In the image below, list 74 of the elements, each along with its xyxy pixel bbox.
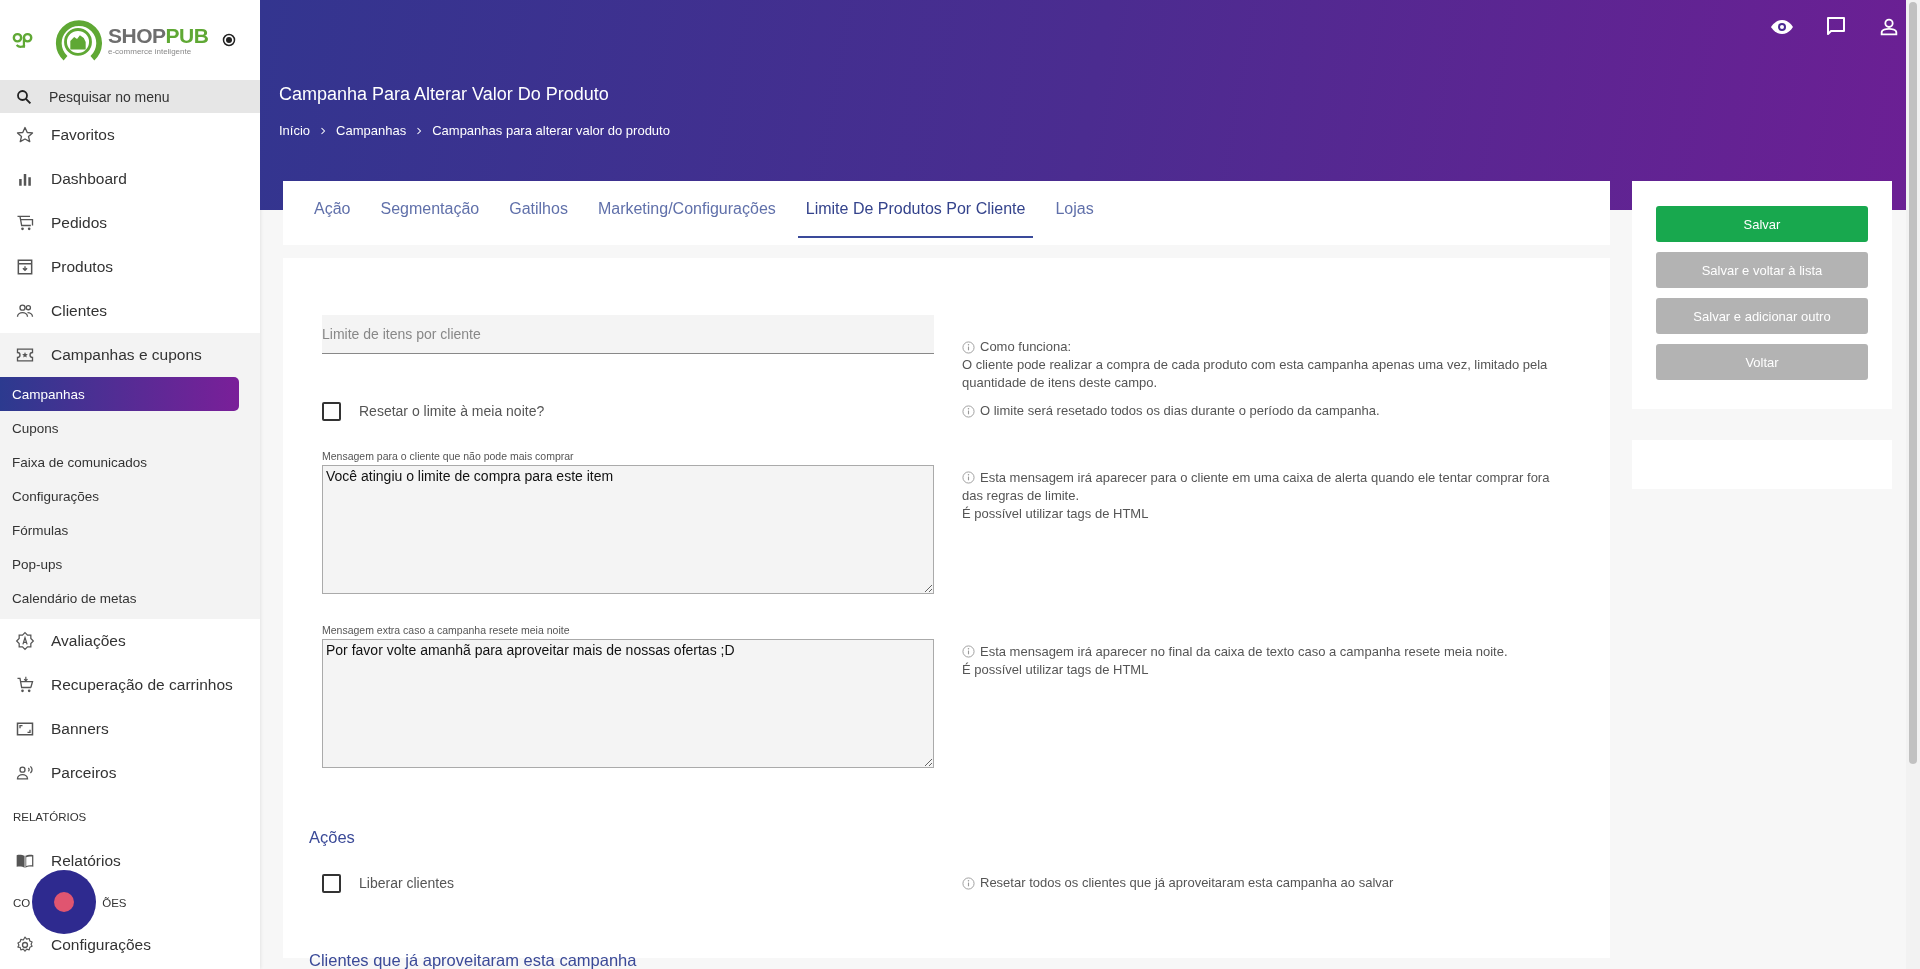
section-heading: Clientes que já aproveitaram esta campanha [309,951,638,969]
checkbox[interactable] [322,401,341,421]
section-heading: RELATÓRIOS [12,810,88,825]
section-heading: Ações [309,828,356,847]
sidebar-item[interactable]: Banners [0,707,260,751]
hint-text: É possível utilizar tags de HTML [962,505,1150,523]
brand-tagline: e-commerce inteligente [108,46,193,56]
sidebar-subitem[interactable]: Pop-ups [0,547,239,581]
sidebar-item[interactable]: Pedidos [0,201,260,245]
hint-text: Esta mensagem irá aparecer no final da caixa de texto caso a campanha resete meia noite. [962,643,1572,661]
hint-text: O limite será resetado todos os dias durante o período da campanha. [980,402,1380,420]
limit-input-field[interactable]: Limite de itens por cliente [322,315,934,354]
breadcrumb-link[interactable]: Campanhas [336,123,407,138]
sidebar-subitem[interactable]: Configurações [0,479,239,513]
chevron-icon [416,126,423,135]
hint-text: Esta mensagem irá aparecer para o cliente em uma caixa de alerta quando ele tentar comprar fora das regras de limite. [962,469,1551,505]
hint-text: É possível utilizar tags de HTML [962,661,1150,679]
sidebar-item[interactable]: Dashboard [0,157,260,201]
cart-icon [15,213,35,233]
page-title: Campanha Para Alterar Valor Do Produto [279,83,609,105]
image-frame-icon [15,719,35,739]
hint-text: O cliente pode realizar a compra de cada produto com esta campanha apenas uma vez, limitado pela quantidade de itens deste campo. [962,356,1549,392]
sidebar-item[interactable]: Campanhas e cupons [0,333,260,377]
cart-icon [15,675,35,695]
info-icon [962,645,975,658]
message-textarea[interactable]: Você atingiu o limite de compra para este item [322,465,934,594]
tab[interactable]: Ação [306,181,359,238]
brand-name: SHOPPUB [108,24,209,47]
section-heading-fragment: CO [13,897,31,909]
badge-icon [15,631,35,651]
sidebar-subitem[interactable]: Campanhas [0,377,239,411]
sidebar-item[interactable]: Favoritos [0,113,260,157]
field-label: Mensagem extra caso a campanha resete meia noite [322,624,571,636]
hint-text: Resetar todos os clientes que já aproveitaram esta campanha ao salvar [980,874,1394,892]
logo-mark-icon [12,30,34,50]
section-heading-fragment: ÕES [102,897,127,909]
sidebar-subitem[interactable]: Fórmulas [0,513,239,547]
star-icon [15,125,35,145]
info-icon [962,404,975,418]
tab[interactable]: Gatilhos [501,181,576,238]
menu-search-input-field[interactable]: Pesquisar no menu [47,87,231,106]
info-icon [962,340,975,354]
field-label: Mensagem para o cliente que não pode mais comprar [322,450,575,462]
sidebar-subitem[interactable]: Faixa de comunicados [0,445,239,479]
search-icon [15,87,33,106]
message-textarea[interactable]: Por favor volte amanhã para aproveitar mais de nossas ofertas ;D [322,639,934,768]
checkbox-label: Liberar clientes [359,875,454,891]
scrollbar-thumb[interactable] [1909,2,1917,764]
breadcrumb-link[interactable]: Início [279,123,311,138]
breadcrumb-link[interactable]: Campanhas para alterar valor do produto [432,123,670,138]
tab[interactable]: Lojas [1047,181,1102,238]
settings-icon [15,935,35,955]
tab[interactable]: Limite De Produtos Por Cliente [797,181,1034,238]
sidebar-subitem[interactable]: Cupons [0,411,239,445]
menu-search-field[interactable]: Pesquisar no menu [0,80,260,113]
checkbox[interactable] [322,873,341,893]
hint-text: Como funciona: [980,338,1072,356]
sidebar-item[interactable]: Clientes [0,289,260,333]
checkbox-label: Resetar o limite à meia noite? [359,403,545,419]
chevron-icon [320,126,327,135]
box-icon [15,257,35,277]
sidebar-item[interactable]: Avaliações [0,619,260,663]
sidebar-item[interactable]: Parceiros [0,751,260,795]
info-icon [962,876,975,890]
sidebar-item[interactable]: Configurações [0,923,260,967]
user-icon[interactable] [1878,16,1900,38]
radio-toggle-icon[interactable] [222,33,236,47]
sidebar-item[interactable]: Recuperação de carrinhos [0,663,260,707]
sidebar-item[interactable]: Produtos [0,245,260,289]
tab[interactable]: Segmentação [372,181,488,238]
tab[interactable]: Marketing/Configurações [589,181,784,238]
info-icon [962,471,975,484]
sidebar-item[interactable]: Relatórios [0,839,260,883]
sidebar-subitem[interactable]: Calendário de metas [0,581,239,615]
